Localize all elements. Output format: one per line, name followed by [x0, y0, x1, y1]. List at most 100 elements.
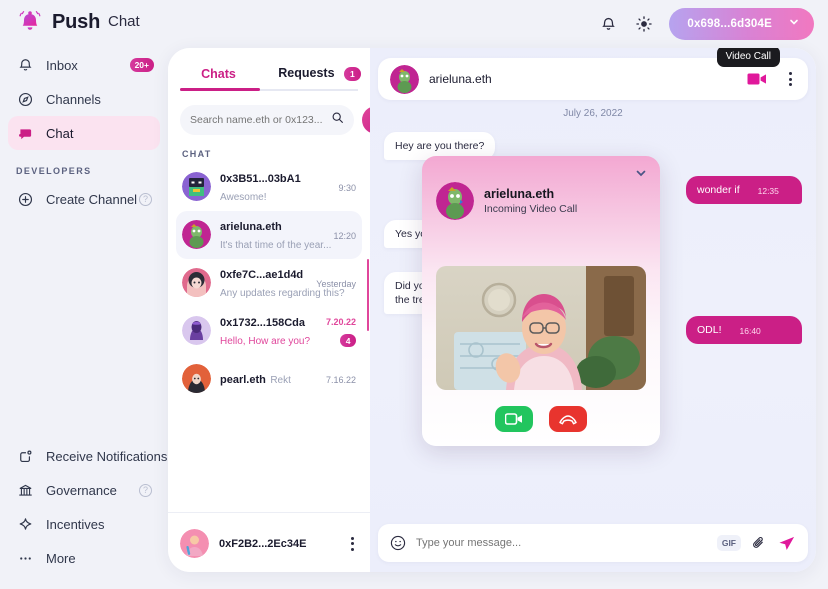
- chat-time: 9:30: [338, 182, 356, 193]
- chat-name: arieluna.eth: [220, 220, 282, 233]
- chat-list-tabs: Chats Requests 1: [168, 48, 370, 91]
- page-title: Chat: [108, 13, 140, 30]
- bell-icon[interactable]: [597, 13, 619, 35]
- tab-label: Chats: [201, 66, 236, 81]
- sidebar-item-incentives[interactable]: Incentives: [8, 507, 160, 541]
- search-box[interactable]: [180, 104, 354, 135]
- message-bubble: wonder if 12:35: [686, 176, 802, 205]
- tab-active-underline: [180, 88, 260, 91]
- call-status: Incoming Video Call: [484, 203, 578, 215]
- chat-preview: Awesome!: [220, 191, 267, 203]
- tab-label: Requests: [278, 66, 335, 80]
- top-bar: Push Chat 0x698...6d304E: [0, 0, 828, 46]
- sidebar-bottom-group: Receive Notifications Governance ? Incen…: [0, 439, 168, 575]
- chat-list-section-label: CHAT: [182, 148, 212, 159]
- requests-badge: 1: [344, 66, 361, 81]
- search-icon[interactable]: [331, 111, 344, 129]
- notification-icon: [16, 447, 35, 466]
- sun-icon[interactable]: [633, 13, 655, 35]
- list-item[interactable]: pearl.eth Rekt 7.16.22: [176, 355, 362, 403]
- conversation-header: arieluna.eth Video Call: [378, 48, 808, 100]
- list-item-meta: 7.16.22: [326, 370, 356, 388]
- gif-button[interactable]: GIF: [716, 535, 741, 551]
- chat-list-pane: Chats Requests 1 +: [168, 48, 390, 572]
- send-icon[interactable]: [777, 534, 796, 553]
- help-icon[interactable]: ?: [139, 483, 152, 497]
- sidebar-item-label: More: [46, 550, 76, 566]
- message-bubble: ODL! 16:40: [686, 316, 802, 345]
- conversation-pane: arieluna.eth Video Call July 26, 2022 He…: [370, 48, 816, 572]
- message-composer: GIF: [378, 524, 808, 562]
- paperclip-icon[interactable]: [751, 535, 767, 551]
- chat-time: 12:20: [333, 230, 356, 241]
- inbox-badge: 20+: [129, 58, 154, 72]
- main-card: Chats Requests 1 +: [168, 48, 816, 572]
- sidebar: Inbox 20+ Channels Chat DEVELOPERS Creat…: [0, 48, 168, 589]
- list-item[interactable]: 0x1732...158Cda Hello, How are you? 7.20…: [176, 307, 362, 355]
- chat-rows: 0x3B51...03bA1 Awesome! 9:30 arieluna.et…: [168, 163, 370, 403]
- sidebar-item-label: Receive Notifications: [46, 448, 168, 464]
- chat-list-footer: 0xF2B2...2Ec34E: [168, 512, 370, 572]
- conversation-title: arieluna.eth: [429, 72, 492, 86]
- avatar: [182, 172, 211, 202]
- current-user-row[interactable]: 0xF2B2...2Ec34E: [180, 523, 358, 558]
- chat-list-scrollbar[interactable]: [366, 258, 369, 331]
- kebab-menu-icon[interactable]: [785, 70, 796, 88]
- wallet-button[interactable]: 0x698...6d304E: [669, 8, 814, 40]
- sidebar-item-more[interactable]: More: [8, 541, 160, 575]
- decline-call-button[interactable]: [549, 406, 587, 432]
- tab-requests[interactable]: Requests 1: [269, 66, 370, 91]
- sidebar-item-governance[interactable]: Governance ?: [8, 473, 160, 507]
- avatar: [182, 220, 211, 250]
- video-call-actions: [422, 406, 660, 432]
- chat-bubble-icon: [16, 124, 35, 143]
- app-root: Push Chat 0x698...6d304E Inbox 20+ Chann…: [0, 0, 828, 589]
- list-item-meta: 12:20: [333, 226, 356, 244]
- sidebar-item-channels[interactable]: Channels: [8, 82, 160, 116]
- sidebar-item-inbox[interactable]: Inbox 20+: [8, 48, 160, 82]
- avatar: [182, 268, 211, 298]
- sidebar-item-label: Inbox: [46, 57, 78, 73]
- sidebar-item-chat[interactable]: Chat: [8, 116, 160, 150]
- sidebar-section-label: DEVELOPERS: [16, 166, 92, 176]
- caller-name: arieluna.eth: [484, 187, 555, 201]
- list-item[interactable]: 0x3B51...03bA1 Awesome! 9:30: [176, 163, 362, 211]
- search-input[interactable]: [190, 113, 325, 126]
- current-user-name: 0xF2B2...2Ec34E: [219, 537, 307, 550]
- unread-badge: 4: [340, 334, 356, 348]
- top-bar-actions: 0x698...6d304E: [597, 8, 814, 40]
- chat-time: 7.20.22: [325, 317, 356, 328]
- list-item-meta: 7.20.22 4: [326, 312, 356, 349]
- help-icon[interactable]: ?: [139, 192, 152, 206]
- sidebar-item-label: Chat: [46, 125, 74, 141]
- sidebar-item-receive-notifications[interactable]: Receive Notifications: [8, 439, 167, 473]
- avatar: [390, 64, 419, 94]
- accept-call-button[interactable]: [495, 406, 533, 432]
- date-separator: July 26, 2022: [563, 108, 623, 119]
- message-text: wonder if: [697, 184, 740, 196]
- chevron-down-icon: [788, 15, 800, 33]
- list-item[interactable]: arieluna.eth It's that time of the year.…: [176, 210, 362, 259]
- tab-chats[interactable]: Chats: [168, 67, 269, 91]
- chevron-down-icon[interactable]: [634, 166, 648, 185]
- list-item-text: 0x3B51...03bA1 Awesome!: [220, 169, 329, 205]
- kebab-menu-icon[interactable]: [347, 535, 358, 553]
- smiley-icon[interactable]: [390, 535, 406, 551]
- chat-name: 0xfe7C...ae1d4d: [220, 268, 304, 281]
- list-item[interactable]: 0xfe7C...ae1d4d Any updates regarding th…: [176, 259, 362, 307]
- sidebar-item-create-channel[interactable]: Create Channel ?: [8, 182, 160, 216]
- brand-logo[interactable]: Push: [16, 8, 100, 36]
- push-bell-icon: [16, 8, 44, 36]
- plus-circle-icon: [16, 190, 35, 209]
- sidebar-item-label: Governance: [46, 482, 117, 498]
- message-time: 12:35: [757, 185, 779, 196]
- video-camera-icon[interactable]: [747, 72, 767, 86]
- chat-name: pearl.eth: [220, 373, 266, 386]
- video-call-caller-text: arieluna.eth Incoming Video Call: [484, 187, 577, 215]
- sidebar-item-label: Create Channel: [46, 191, 138, 207]
- video-preview: [436, 266, 646, 390]
- chat-time: Yesterday: [316, 278, 356, 289]
- message-input[interactable]: [416, 537, 707, 549]
- avatar: [182, 316, 211, 346]
- chat-preview: It's that time of the year...: [220, 239, 332, 251]
